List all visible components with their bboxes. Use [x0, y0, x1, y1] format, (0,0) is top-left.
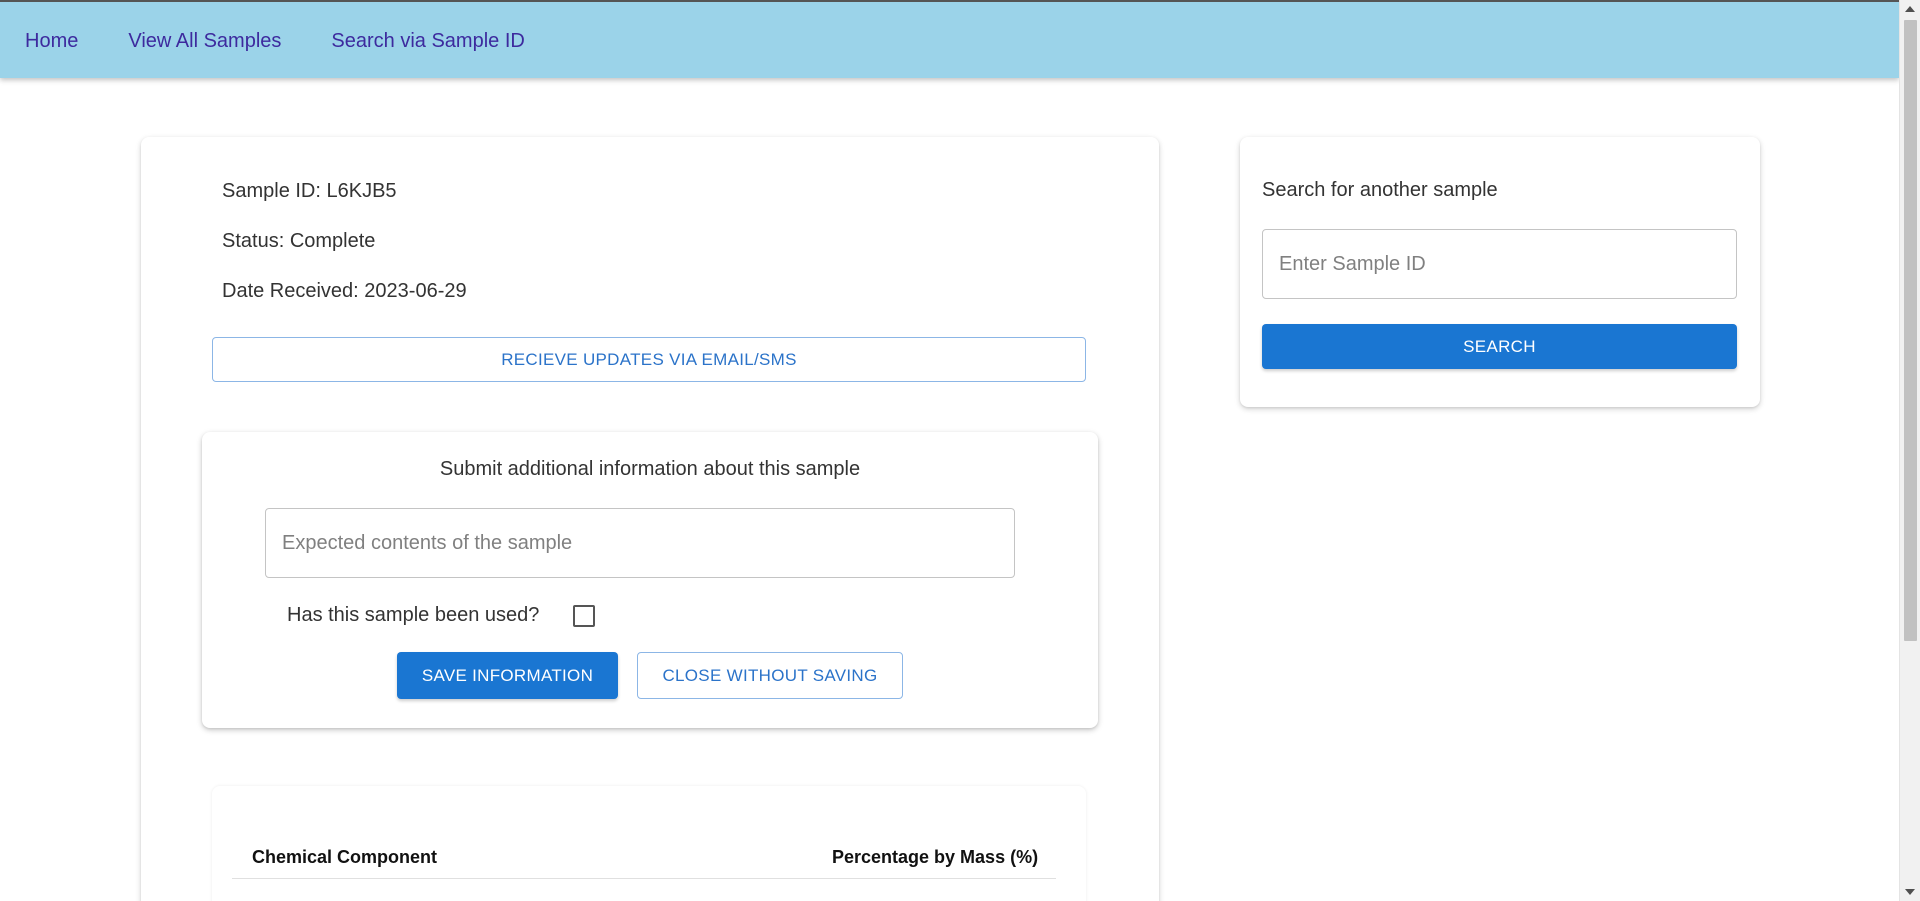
sample-used-label: Has this sample been used? — [287, 604, 540, 626]
date-received-text: Date Received: 2023-06-29 — [222, 280, 467, 302]
nav-link-search-via-sample-id[interactable]: Search via Sample ID — [331, 28, 524, 53]
top-navbar: Home View All Samples Search via Sample … — [0, 0, 1899, 78]
scroll-up-arrow-icon[interactable] — [1905, 6, 1915, 12]
table-header-divider — [232, 878, 1056, 879]
page-scrollbar[interactable] — [1899, 0, 1920, 901]
submit-info-title: Submit additional information about this… — [439, 458, 861, 480]
scroll-down-arrow-icon[interactable] — [1905, 889, 1915, 895]
nav-link-view-all-samples[interactable]: View All Samples — [128, 28, 281, 53]
sample-id-search-input[interactable] — [1262, 229, 1737, 299]
receive-updates-button[interactable]: RECIEVE UPDATES VIA EMAIL/SMS — [212, 337, 1086, 382]
nav-link-home[interactable]: Home — [25, 28, 78, 53]
table-header-percentage-by-mass: Percentage by Mass (%) — [832, 847, 1039, 867]
table-header-chemical-component: Chemical Component — [252, 847, 438, 867]
scrollbar-thumb[interactable] — [1904, 20, 1917, 641]
expected-contents-input[interactable] — [265, 508, 1015, 578]
sample-details-card: Sample ID: L6KJB5 Status: Complete Date … — [141, 137, 1159, 901]
sample-id-text: Sample ID: L6KJB5 — [222, 180, 397, 202]
search-button[interactable]: SEARCH — [1262, 324, 1737, 369]
close-without-saving-button[interactable]: CLOSE WITHOUT SAVING — [637, 652, 903, 699]
chemical-components-table — [212, 786, 1086, 901]
status-text: Status: Complete — [222, 230, 376, 252]
submit-info-card: Submit additional information about this… — [202, 432, 1098, 728]
search-card-title: Search for another sample — [1262, 179, 1498, 201]
sample-used-checkbox[interactable] — [573, 605, 595, 627]
save-information-button[interactable]: SAVE INFORMATION — [397, 652, 618, 699]
search-sample-card: Search for another sample SEARCH — [1240, 137, 1760, 407]
